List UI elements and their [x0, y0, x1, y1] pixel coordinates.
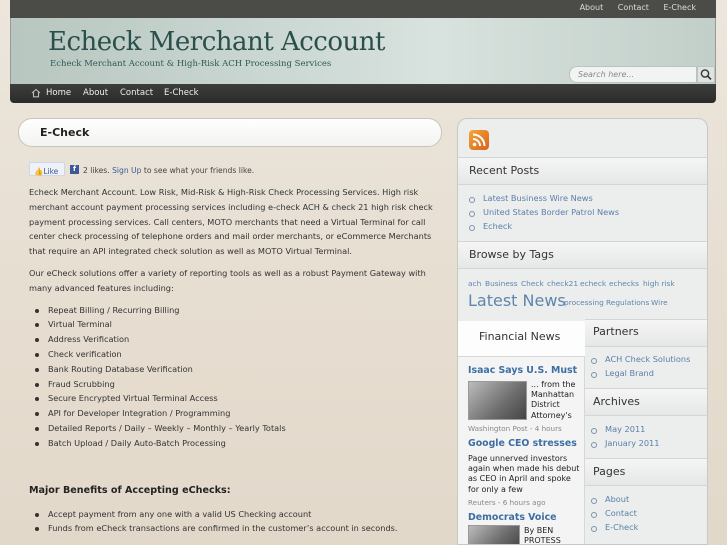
tag-link[interactable]: echeck	[580, 279, 606, 288]
news-source: Washington Post - 4 hours	[468, 424, 562, 433]
news-headline[interactable]: Isaac Says U.S. Must	[468, 365, 577, 376]
facebook-like-row: 👍Like f 2 likes. Sign Up to see what you…	[29, 160, 434, 178]
partner-link[interactable]: ACH Check Solutions	[605, 354, 690, 364]
search-form: Search here...	[569, 66, 715, 83]
signup-link[interactable]: Sign Up	[112, 166, 141, 175]
list-item: Funds from eCheck transactions are confi…	[29, 521, 434, 536]
like-text: 2 likes. Sign Up to see what your friend…	[83, 164, 254, 179]
facebook-icon: f	[70, 165, 79, 174]
nav-home[interactable]: Home	[46, 88, 71, 98]
tags-title: Browse by Tags	[469, 248, 554, 261]
list-item: Check verification	[29, 347, 434, 362]
page-link[interactable]: E-Check	[605, 522, 638, 532]
benefits-heading: Major Benefits of Accepting eChecks:	[29, 484, 231, 496]
page-link[interactable]: About	[605, 494, 629, 504]
financial-news-title: Financial News	[479, 330, 561, 343]
tag-link[interactable]: echecks	[609, 279, 639, 288]
thumbs-up-icon: 👍	[34, 167, 44, 176]
list-item: Batch Upload / Daily Auto-Batch Processi…	[29, 436, 434, 451]
like-count: 2 likes.	[83, 166, 110, 175]
list-item: Virtual Terminal	[29, 317, 434, 332]
bullet-icon	[591, 498, 597, 504]
tag-link[interactable]: Business	[485, 279, 518, 288]
benefits-list: Accept payment from any one with a valid…	[29, 507, 434, 536]
top-link-about[interactable]: About	[580, 3, 604, 12]
nav-contact[interactable]: Contact	[120, 88, 153, 98]
tag-link[interactable]: check21	[547, 279, 578, 288]
search-button[interactable]	[697, 66, 715, 83]
top-links: About Contact E-Check	[568, 3, 696, 12]
list-item: API for Developer Integration / Programm…	[29, 406, 434, 421]
home-icon	[31, 88, 41, 98]
nav-about[interactable]: About	[83, 88, 108, 98]
bullet-icon	[591, 512, 597, 518]
solutions-paragraph: Our eCheck solutions offer a variety of …	[29, 267, 426, 293]
nav-echeck[interactable]: E-Check	[164, 88, 199, 98]
top-bar: About Contact E-Check	[10, 0, 716, 18]
bullet-icon	[469, 197, 475, 203]
top-link-echeck[interactable]: E-Check	[663, 3, 696, 12]
bullet-icon	[469, 211, 475, 217]
news-source: Reuters - 6 hours ago	[468, 498, 546, 507]
recent-post-link[interactable]: United States Border Patrol News	[483, 207, 619, 217]
page-title-box: E-Check	[18, 118, 442, 147]
site-header: Echeck Merchant Account Echeck Merchant …	[10, 18, 716, 84]
recent-post-link[interactable]: Echeck	[483, 221, 512, 231]
like-button[interactable]: 👍Like	[29, 162, 65, 176]
list-item: Accept payment from any one with a valid…	[29, 507, 434, 522]
page-link[interactable]: Contact	[605, 508, 637, 518]
site-tagline: Echeck Merchant Account & High-Risk ACH …	[50, 59, 332, 69]
news-image[interactable]	[468, 381, 527, 420]
main-content: 👍Like f 2 likes. Sign Up to see what you…	[29, 160, 434, 536]
list-item: Detailed Reports / Daily – Weekly – Mont…	[29, 421, 434, 436]
bullet-icon	[591, 358, 597, 364]
archive-link[interactable]: May 2011	[605, 424, 645, 434]
rss-icon[interactable]	[469, 130, 489, 150]
site-title[interactable]: Echeck Merchant Account	[48, 27, 385, 57]
search-input[interactable]: Search here...	[569, 66, 697, 83]
archives-title: Archives	[593, 395, 640, 408]
bullet-icon	[469, 225, 475, 231]
recent-post-link[interactable]: Latest Business Wire News	[483, 193, 593, 203]
bullet-icon	[591, 428, 597, 434]
top-link-contact[interactable]: Contact	[618, 3, 649, 12]
list-item: Fraud Scrubbing	[29, 377, 434, 392]
page-title: E-Check	[40, 126, 90, 139]
rss-glyph	[472, 133, 486, 147]
tag-link[interactable]: Check	[521, 279, 544, 288]
archive-link[interactable]: January 2011	[605, 438, 659, 448]
search-icon	[700, 69, 712, 80]
list-item: Address Verification	[29, 332, 434, 347]
intro-paragraph: Echeck Merchant Account. Low Risk, Mid-R…	[29, 187, 433, 257]
tag-link[interactable]: Wire	[651, 298, 668, 307]
partner-link[interactable]: Legal Brand	[605, 368, 654, 378]
like-button-label: Like	[43, 167, 59, 176]
main-nav: Home About Contact E-Check	[10, 84, 716, 103]
pages-title: Pages	[593, 465, 626, 478]
recent-posts-title: Recent Posts	[469, 164, 540, 177]
tag-link[interactable]: Regulations	[606, 298, 649, 307]
feature-list: Repeat Billing / Recurring Billing Virtu…	[29, 303, 434, 451]
partners-title: Partners	[593, 325, 639, 338]
sidebar: Recent Posts Latest Business Wire News U…	[457, 118, 708, 545]
news-headline[interactable]: Democrats Voice	[468, 512, 557, 523]
news-image[interactable]	[468, 525, 520, 544]
news-text: ... from the Manhattan District Attorney…	[531, 380, 576, 420]
list-item: Bank Routing Database Verification	[29, 362, 434, 377]
news-text: Page unnerved investors again when made …	[468, 454, 580, 494]
bullet-icon	[591, 526, 597, 532]
bullet-icon	[591, 442, 597, 448]
list-item: Repeat Billing / Recurring Billing	[29, 303, 434, 318]
bullet-icon	[591, 372, 597, 378]
like-rest: to see what your friends like.	[143, 166, 255, 175]
news-text: By BEN PROTESS	[524, 526, 561, 545]
tag-link[interactable]: high risk	[643, 279, 675, 288]
tag-link[interactable]: processing	[564, 298, 604, 307]
list-item: Secure Encrypted Virtual Terminal Access	[29, 391, 434, 406]
tag-link-large[interactable]: Latest News	[468, 291, 566, 310]
tag-link[interactable]: ach	[468, 279, 481, 288]
news-headline[interactable]: Google CEO stresses	[468, 438, 577, 449]
